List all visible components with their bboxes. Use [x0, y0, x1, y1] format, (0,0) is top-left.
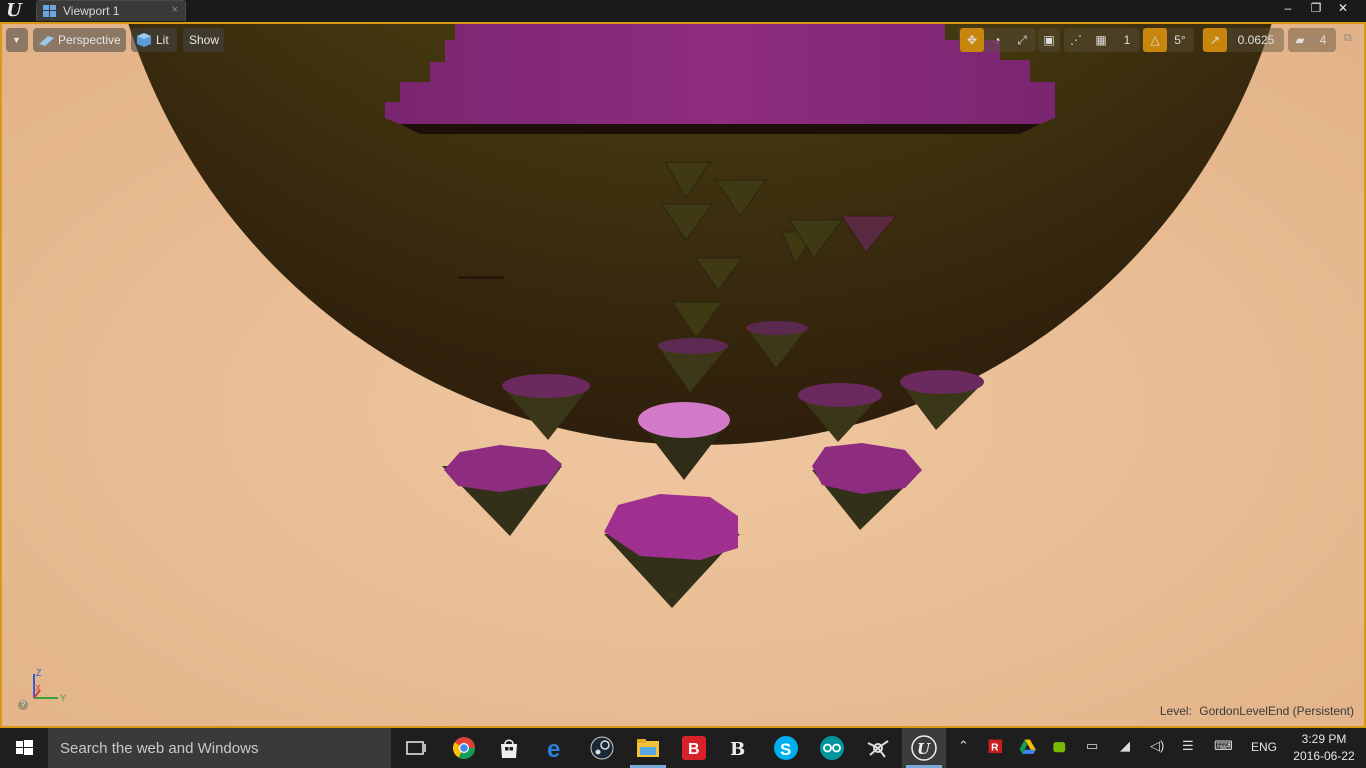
keyboard-icon[interactable]: ⌨ — [1214, 738, 1233, 754]
steam-icon[interactable] — [589, 735, 615, 761]
tab-viewport[interactable]: Viewport 1 × — [36, 0, 186, 21]
move-icon[interactable]: ✥ — [960, 28, 984, 52]
nvidia-icon[interactable] — [1050, 737, 1072, 759]
axis-z-label: Z — [36, 668, 42, 678]
battery-icon[interactable]: ▭ — [1086, 738, 1098, 754]
blender-icon[interactable] — [865, 735, 891, 761]
scale-snap-group: ↗ 0.0625 — [1202, 28, 1284, 52]
edge-icon[interactable]: e — [543, 735, 569, 761]
svg-text:U: U — [917, 740, 931, 758]
tab-label: Viewport 1 — [63, 4, 120, 18]
world-cube-icon[interactable]: ▣ — [1038, 28, 1060, 52]
rotation-snap-group: △ 5° — [1142, 28, 1194, 52]
level-label: Level: GordonLevelEnd (Persistent) — [1160, 704, 1354, 718]
scale-snap-icon[interactable]: ↗ — [1203, 28, 1227, 52]
action-center-icon[interactable]: ☰ — [1182, 738, 1194, 754]
show-label: Show — [189, 33, 220, 47]
search-placeholder: Search the web and Windows — [60, 740, 259, 757]
svg-text:S: S — [780, 740, 791, 759]
3d-viewport[interactable]: ▼ Perspective Lit Show ✥ ◔ ⤢ ▣ ⋰ ▦ 1 △ 5… — [2, 24, 1364, 726]
camera-speed-value[interactable]: 4 — [1312, 28, 1334, 52]
perspective-label: Perspective — [58, 33, 121, 47]
scale-snap-value[interactable]: 0.0625 — [1230, 28, 1282, 52]
chrome-icon[interactable] — [451, 735, 477, 761]
close-tab-icon[interactable]: × — [172, 4, 178, 16]
camera-speed-group: ▰ 4 — [1288, 28, 1336, 52]
axis-gizmo: Z X Y — [33, 668, 66, 703]
b-app-icon[interactable]: B — [681, 735, 707, 761]
svg-text:R: R — [991, 743, 999, 754]
svg-text:B: B — [688, 741, 700, 758]
chevron-down-icon: ▼ — [12, 35, 21, 45]
grid-snap-group: ⋰ ▦ 1 — [1064, 28, 1140, 52]
viewport-icon — [43, 5, 56, 17]
scale-icon[interactable]: ⤢ — [1010, 28, 1034, 52]
rotation-snap-icon[interactable]: △ — [1143, 28, 1167, 52]
skype-icon[interactable]: S — [773, 735, 799, 761]
taskbar: Search the web and Windows e B B S U ⌃ R… — [0, 728, 1366, 768]
camera-speed-icon[interactable]: ▰ — [1288, 28, 1312, 52]
lit-cube-icon — [137, 33, 151, 47]
camera-perspective-icon — [39, 36, 54, 46]
surface-snap-icon[interactable]: ⋰ — [1064, 28, 1088, 52]
maximize-viewport-icon[interactable]: ⧉ — [1344, 32, 1356, 44]
grid-snap-value[interactable]: 1 — [1116, 28, 1138, 52]
language-indicator[interactable]: ENG — [1251, 740, 1277, 754]
task-view-icon[interactable] — [403, 735, 429, 761]
clock-time[interactable]: 3:29 PM — [1290, 732, 1358, 746]
unreal-logo-icon[interactable]: U — [2, 1, 26, 21]
chevron-up-icon[interactable]: ⌃ — [958, 738, 969, 754]
close-window-button[interactable]: ✕ — [1328, 0, 1358, 18]
viewport-options-button[interactable]: ▼ — [6, 28, 28, 52]
file-explorer-icon[interactable] — [635, 735, 661, 761]
restore-button[interactable]: ❐ — [1302, 0, 1330, 18]
axis-y-label: Y — [60, 693, 66, 703]
arduino-icon[interactable] — [819, 735, 845, 761]
level-key: Level: — [1159, 704, 1192, 718]
scene-render[interactable] — [2, 24, 1364, 726]
grid-snap-icon[interactable]: ▦ — [1089, 28, 1113, 52]
windows-start-icon[interactable] — [0, 728, 48, 768]
title-bar: U Viewport 1 × – ❐ ✕ — [0, 0, 1366, 22]
perspective-button[interactable]: Perspective — [33, 28, 126, 52]
transform-tools-group: ✥ ◔ ⤢ — [958, 28, 1036, 52]
lit-label: Lit — [156, 33, 169, 47]
unreal-engine-icon[interactable]: U — [911, 735, 937, 761]
tray-app-red-icon[interactable]: R — [986, 737, 1008, 759]
rotation-snap-value[interactable]: 5° — [1168, 28, 1192, 52]
search-box[interactable]: Search the web and Windows — [48, 728, 391, 768]
b3-app-icon[interactable]: B — [727, 735, 753, 761]
volume-icon[interactable]: ◁) — [1150, 738, 1164, 754]
level-name: GordonLevelEnd (Persistent) — [1199, 704, 1354, 718]
store-icon[interactable] — [496, 735, 522, 761]
lit-mode-button[interactable]: Lit — [131, 28, 177, 52]
clock-date[interactable]: 2016-06-22 — [1290, 749, 1358, 763]
wifi-icon[interactable]: ◢ — [1120, 738, 1130, 754]
google-drive-icon[interactable] — [1018, 737, 1040, 759]
svg-text:B: B — [730, 739, 745, 760]
coordinate-system-group: ▣ — [1038, 28, 1060, 52]
minimize-button[interactable]: – — [1274, 0, 1302, 18]
show-button[interactable]: Show — [183, 28, 224, 52]
rotate-icon[interactable]: ◔ — [985, 28, 1009, 52]
axis-x-label: X — [35, 683, 41, 693]
help-icon[interactable]: ? — [18, 700, 28, 710]
svg-text:e: e — [547, 736, 560, 761]
